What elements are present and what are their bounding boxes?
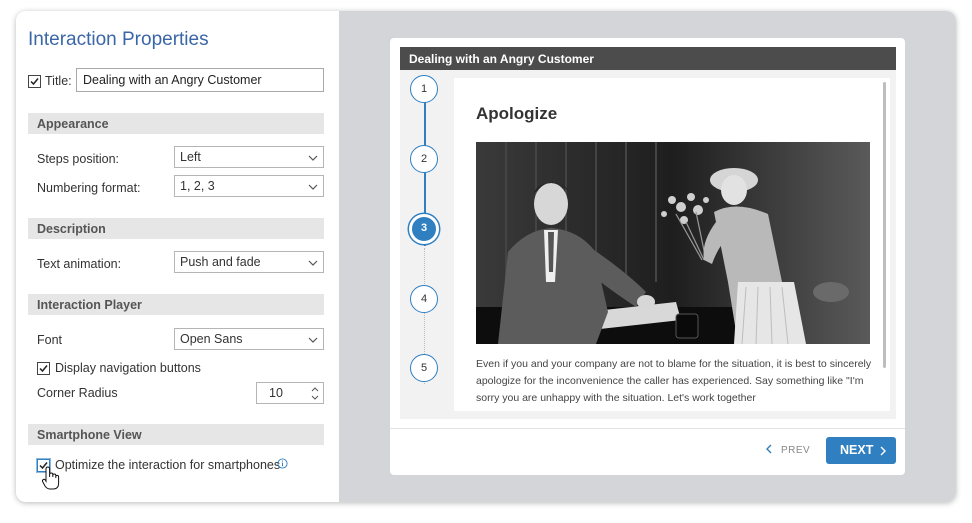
- font-select[interactable]: Open Sans: [174, 328, 324, 350]
- check-icon: [30, 78, 39, 86]
- display-navigation-checkbox[interactable]: [37, 362, 50, 375]
- steps-position-label: Steps position:: [37, 152, 119, 166]
- corner-radius-label: Corner Radius: [37, 386, 118, 400]
- step-1[interactable]: 1: [410, 75, 438, 103]
- font-label: Font: [37, 333, 63, 347]
- footer-divider: [390, 428, 905, 429]
- description-section-header: Description: [28, 218, 324, 239]
- smartphone-view-section-header: Smartphone View: [28, 424, 324, 445]
- numbering-format-value: 1, 2, 3: [180, 179, 215, 193]
- corner-radius-stepper[interactable]: 10: [256, 382, 324, 404]
- chevron-down-icon: [308, 184, 318, 190]
- steps-position-value: Left: [180, 150, 201, 164]
- chevron-down-icon: [308, 337, 318, 343]
- interaction-player: Dealing with an Angry Customer 1 2 3 4 5…: [390, 38, 905, 475]
- numbering-format-select[interactable]: 1, 2, 3: [174, 175, 324, 197]
- hand-cursor-icon: [41, 466, 60, 490]
- step-title: Apologize: [476, 104, 558, 123]
- text-animation-select[interactable]: Push and fade: [174, 251, 324, 273]
- step-5[interactable]: 5: [410, 354, 438, 382]
- app-window: Interaction Properties Title: Dealing wi…: [16, 11, 956, 502]
- prev-button[interactable]: PREV: [765, 444, 810, 456]
- title-input[interactable]: Dealing with an Angry Customer: [76, 68, 324, 92]
- chevron-down-icon: [308, 155, 318, 161]
- step-content: Apologize Even if you and your company a…: [454, 78, 890, 411]
- step-4[interactable]: 4: [410, 285, 438, 313]
- next-button[interactable]: NEXT: [826, 437, 896, 464]
- title-label: Title:: [45, 74, 72, 88]
- text-animation-label: Text animation:: [37, 257, 122, 271]
- step-3-active[interactable]: 3: [409, 214, 439, 244]
- player-title: Dealing with an Angry Customer: [409, 52, 594, 66]
- description-header-label: Description: [37, 222, 106, 236]
- step-description: Even if you and your company are not to …: [476, 358, 872, 404]
- title-checkbox[interactable]: [28, 75, 41, 88]
- chevron-right-icon: [880, 446, 886, 456]
- chevron-down-icon: [308, 260, 318, 266]
- prev-label: PREV: [781, 445, 811, 456]
- numbering-format-label: Numbering format:: [37, 181, 141, 195]
- appearance-header-label: Appearance: [37, 117, 109, 131]
- chevron-left-icon: [766, 444, 772, 454]
- player-body: 1 2 3 4 5 Apologize Even if you and your…: [400, 70, 896, 419]
- increment-icon[interactable]: [311, 386, 319, 392]
- text-animation-value: Push and fade: [180, 255, 261, 269]
- optimize-smartphone-label: Optimize the interaction for smartphones: [55, 458, 281, 472]
- corner-radius-value: 10: [269, 386, 283, 400]
- content-scrollbar[interactable]: [883, 82, 886, 368]
- decrement-icon[interactable]: [311, 395, 319, 401]
- interaction-player-section-header: Interaction Player: [28, 294, 324, 315]
- font-value: Open Sans: [180, 332, 243, 346]
- vintage-office-photo: [476, 142, 870, 344]
- steps-position-select[interactable]: Left: [174, 146, 324, 168]
- step-2[interactable]: 2: [410, 145, 438, 173]
- interaction-player-header-label: Interaction Player: [37, 298, 142, 312]
- display-navigation-label: Display navigation buttons: [55, 361, 201, 375]
- appearance-section-header: Appearance: [28, 113, 324, 134]
- smartphone-view-header-label: Smartphone View: [37, 428, 142, 442]
- check-icon: [39, 365, 48, 373]
- next-label: NEXT: [840, 443, 874, 457]
- step-photo: [476, 142, 870, 344]
- panel-title: Interaction Properties: [28, 29, 209, 50]
- info-icon[interactable]: [277, 458, 288, 469]
- player-header: Dealing with an Angry Customer: [400, 47, 896, 70]
- properties-panel: Interaction Properties Title: Dealing wi…: [16, 11, 339, 502]
